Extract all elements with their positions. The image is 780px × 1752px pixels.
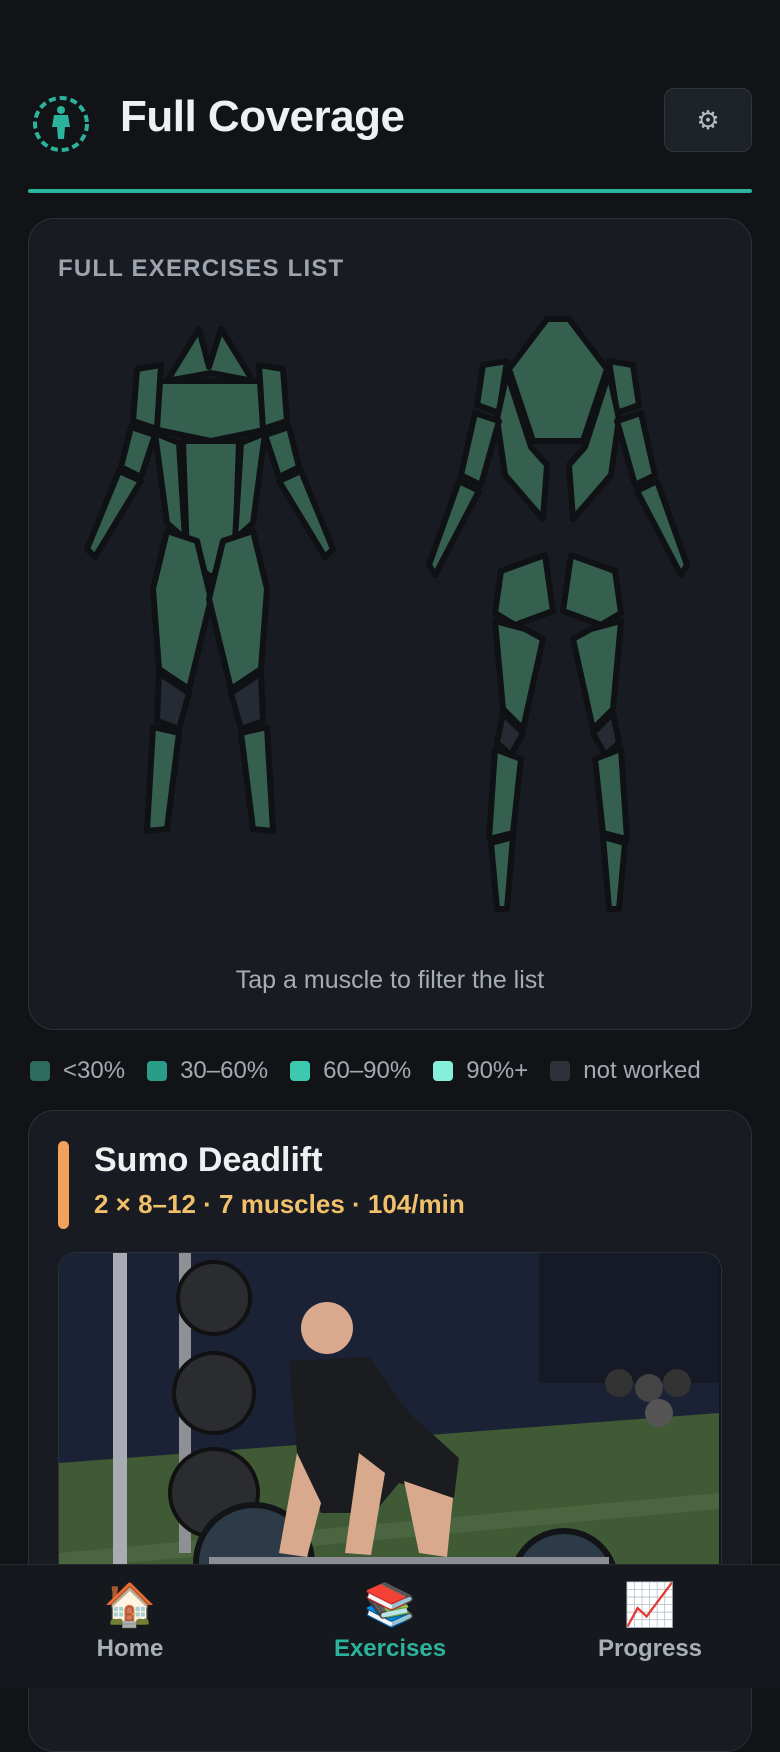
page-title: Full Coverage xyxy=(120,92,405,141)
body-map xyxy=(84,316,690,912)
legend-swatch xyxy=(147,1061,168,1081)
body-map-hint: Tap a muscle to filter the list xyxy=(235,966,545,994)
muscle-triceps-right[interactable] xyxy=(614,410,658,488)
settings-button[interactable]: ⚙ xyxy=(664,88,752,152)
card-heading: FULL EXERCISES LIST xyxy=(58,255,345,282)
gear-icon: ⚙ xyxy=(696,104,720,135)
books-icon: 📚 xyxy=(363,1581,417,1628)
exercise-accent-bar xyxy=(58,1141,69,1229)
muscle-forearm-back-right[interactable] xyxy=(634,478,690,578)
muscle-shin-left[interactable] xyxy=(144,724,182,834)
legend-item: 30–60% xyxy=(147,1057,268,1085)
muscle-shoulder-right[interactable] xyxy=(256,362,290,432)
chart-icon: 📈 xyxy=(623,1581,677,1628)
exercise-meta: 2 × 8–12 · 7 muscles · 104/min xyxy=(94,1189,465,1219)
exercise-name: Sumo Deadlift xyxy=(94,1141,323,1179)
legend-label: not worked xyxy=(583,1057,701,1084)
muscle-shoulder-left[interactable] xyxy=(130,362,164,432)
legend-label: 90%+ xyxy=(466,1057,529,1084)
body-map-card: FULL EXERCISES LIST Tap a muscle to filt… xyxy=(28,218,752,1030)
app-logo-icon xyxy=(33,96,89,152)
legend-swatch xyxy=(290,1061,311,1081)
muscle-calves-right[interactable] xyxy=(592,746,630,842)
muscle-forearm-right[interactable] xyxy=(276,468,336,560)
muscle-oblique-left[interactable] xyxy=(152,430,188,542)
nav-label: Progress xyxy=(597,1635,703,1662)
legend-swatch xyxy=(30,1061,50,1081)
muscle-quads-right[interactable] xyxy=(206,528,270,692)
legend-item: not worked xyxy=(550,1057,701,1085)
header-divider xyxy=(28,189,752,193)
coverage-legend: <30% 30–60% 60–90% 90%+ not worked xyxy=(30,1057,723,1085)
muscle-glutes-left[interactable] xyxy=(492,552,556,628)
bottom-nav: 🏠 Home 📚 Exercises 📈 Progress xyxy=(0,1564,780,1688)
legend-item: <30% xyxy=(30,1057,125,1085)
muscle-biceps-right[interactable] xyxy=(262,424,302,480)
legend-label: 60–90% xyxy=(323,1057,412,1084)
muscle-traps-front[interactable] xyxy=(164,326,256,384)
nav-item-home[interactable]: 🏠 Home xyxy=(0,1565,260,1688)
legend-label: 30–60% xyxy=(180,1057,269,1084)
muscle-shin-right[interactable] xyxy=(238,724,276,834)
muscle-ankle-right[interactable] xyxy=(600,834,628,912)
legend-swatch xyxy=(433,1061,454,1081)
app-header: Full Coverage ⚙ xyxy=(28,82,752,192)
muscle-triceps-left[interactable] xyxy=(458,410,502,488)
muscle-glutes-right[interactable] xyxy=(560,552,624,628)
front-body xyxy=(84,326,336,834)
muscle-quads-left[interactable] xyxy=(150,528,214,692)
home-icon: 🏠 xyxy=(103,1581,157,1628)
muscle-calves-left[interactable] xyxy=(486,746,524,842)
legend-item: 90%+ xyxy=(433,1057,528,1085)
nav-item-progress[interactable]: 📈 Progress xyxy=(520,1565,780,1688)
back-body xyxy=(426,316,690,912)
legend-label: <30% xyxy=(63,1057,126,1084)
legend-item: 60–90% xyxy=(290,1057,411,1085)
legend-swatch xyxy=(550,1061,571,1081)
muscle-ankle-left[interactable] xyxy=(488,834,516,912)
nav-item-exercises[interactable]: 📚 Exercises xyxy=(260,1565,520,1688)
muscle-chest[interactable] xyxy=(150,378,272,444)
muscle-forearm-back-left[interactable] xyxy=(426,478,482,578)
nav-label: Exercises xyxy=(333,1635,447,1662)
nav-label: Home xyxy=(96,1635,164,1662)
muscle-biceps-left[interactable] xyxy=(118,424,158,480)
muscle-oblique-right[interactable] xyxy=(232,430,268,542)
muscle-forearm-left[interactable] xyxy=(84,468,144,560)
